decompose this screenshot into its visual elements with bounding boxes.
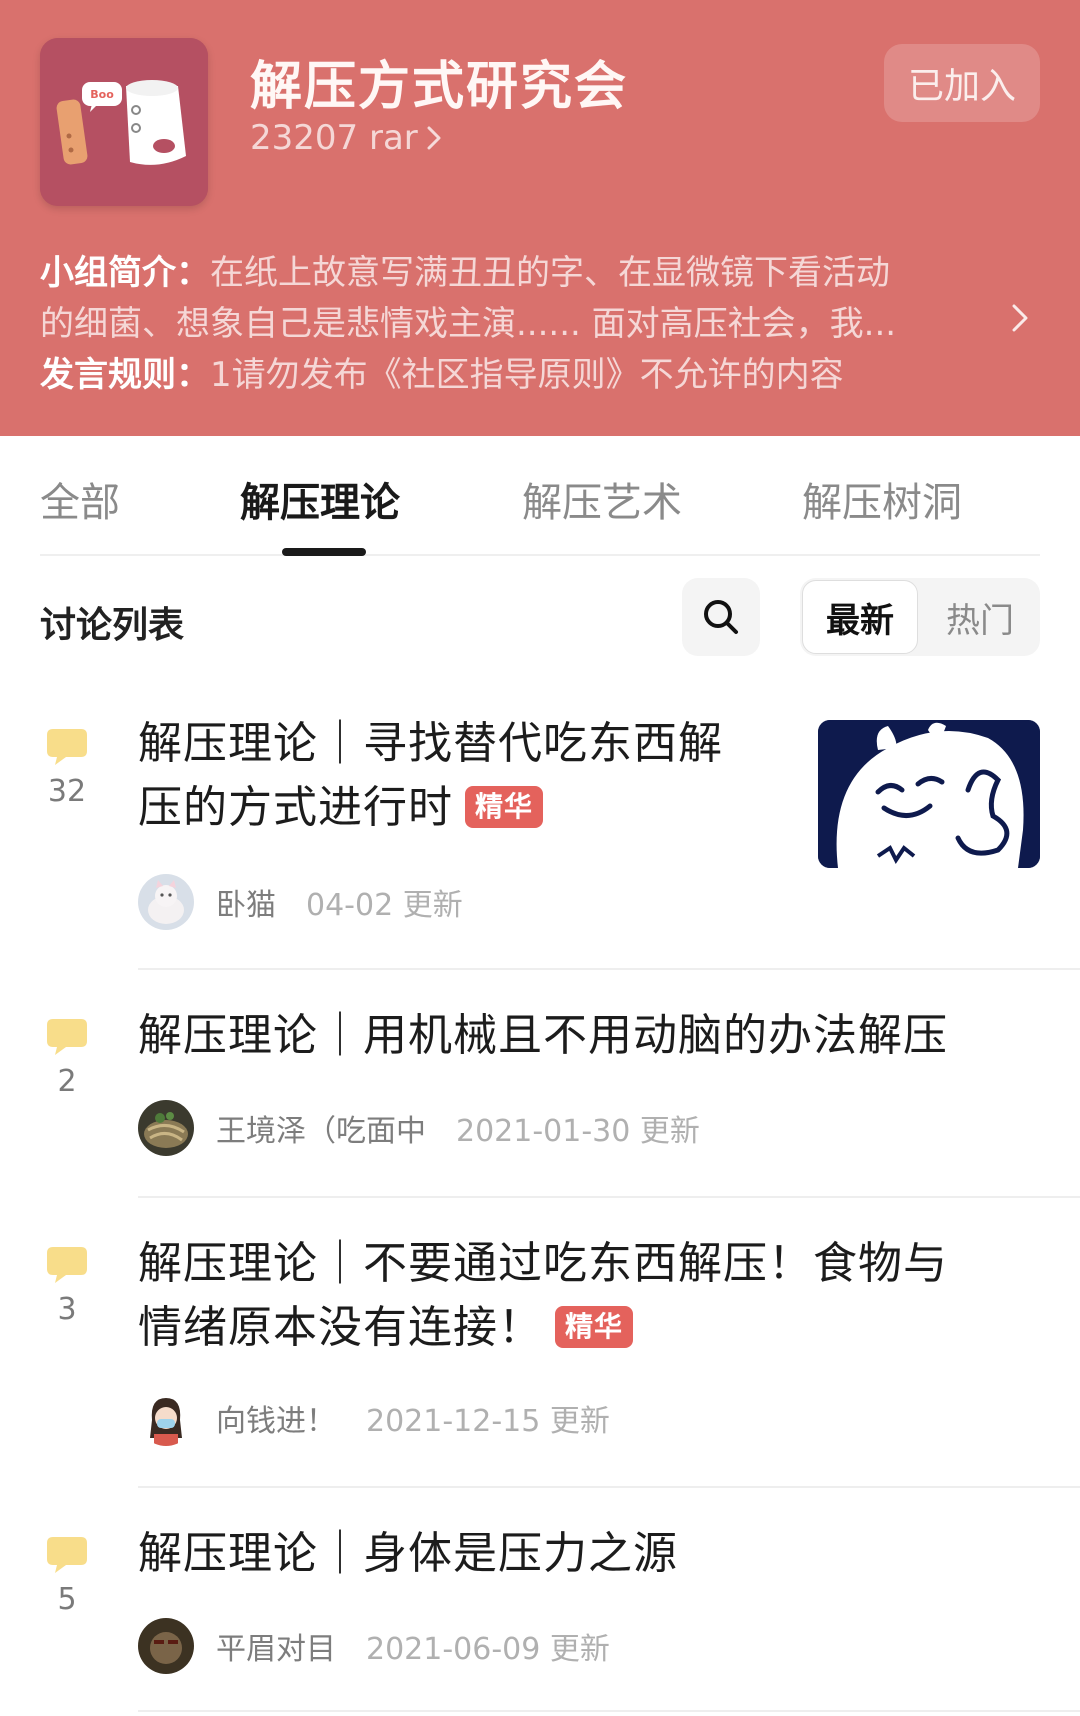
tab-art[interactable]: 解压艺术: [522, 470, 682, 528]
post-title-line: 解压理论｜不要通过吃东西解压！食物与: [138, 1238, 948, 1289]
featured-badge: 精华: [555, 1306, 634, 1348]
group-header: Boo 解压方式研究会 23207 rar 已加入 小组简介：在纸上故意写满丑丑…: [0, 0, 1080, 436]
member-count-link[interactable]: 23207 rar: [250, 118, 446, 158]
rules-text: 1请勿发布《社区指导原则》不允许的内容: [210, 355, 844, 395]
comment-count: 2: [44, 1018, 90, 1099]
author-name[interactable]: 向钱进！: [216, 1396, 336, 1440]
comment-bubble-icon: [47, 1537, 87, 1573]
category-tabs: 全部 解压理论 解压艺术 解压树洞: [40, 436, 1040, 556]
avatar[interactable]: [138, 1390, 194, 1446]
avatar-image: [138, 1618, 194, 1674]
tab-theory[interactable]: 解压理论: [240, 470, 400, 528]
author-name[interactable]: 王境泽（吃面中: [216, 1106, 426, 1150]
post-thumbnail[interactable]: [818, 720, 1040, 868]
tab-tree-hole[interactable]: 解压树洞: [802, 470, 962, 528]
updated-time: 04-02 更新: [306, 888, 463, 923]
intro-text-1: 在纸上故意写满丑丑的字、在显微镜下看活动: [210, 253, 890, 293]
chevron-right-icon[interactable]: [1008, 300, 1032, 336]
comment-bubble-icon: [47, 1019, 87, 1055]
chevron-right-icon: [427, 126, 441, 150]
divider: [138, 1196, 1080, 1198]
comment-count-value: 32: [47, 774, 87, 809]
discussion-list-title: 讨论列表: [40, 605, 185, 646]
group-name: 解压方式研究会: [250, 57, 629, 117]
avatar-image: [138, 1390, 194, 1446]
post-meta: 平眉对目 2021-06-09 更新: [138, 1618, 610, 1674]
avatar[interactable]: [138, 1618, 194, 1674]
intro-line-2: 的细菌、想象自己是悲情戏主演...... 面对高压社会，我...: [40, 304, 897, 344]
avatar[interactable]: [138, 874, 194, 930]
comment-count: 5: [44, 1536, 90, 1617]
post-title-text: 情绪原本没有连接！: [138, 1302, 543, 1353]
rules-line: 发言规则：1请勿发布《社区指导原则》不允许的内容: [40, 350, 970, 401]
post-title-line: 解压理论｜用机械且不用动脑的办法解压: [138, 1010, 948, 1061]
comment-count-value: 5: [57, 1582, 77, 1617]
tab-all[interactable]: 全部: [40, 470, 120, 528]
group-intro[interactable]: 小组简介：在纸上故意写满丑丑的字、在显微镜下看活动 的细菌、想象自己是悲情戏主演…: [40, 248, 970, 401]
post-meta: 王境泽（吃面中 2021-01-30 更新: [138, 1100, 700, 1156]
comment-count-value: 2: [57, 1064, 77, 1099]
post-meta: 卧猫 04-02 更新: [138, 874, 463, 930]
author-name[interactable]: 卧猫: [216, 880, 276, 924]
active-tab-indicator: [282, 548, 366, 556]
post-title-line: 解压理论｜寻找替代吃东西解: [138, 718, 723, 769]
intro-line-1: 小组简介：在纸上故意写满丑丑的字、在显微镜下看活动: [40, 248, 970, 299]
divider: [138, 1486, 1080, 1488]
rules-label: 发言规则：: [40, 355, 210, 395]
comment-count: 3: [44, 1246, 90, 1327]
updated-time: 2021-01-30 更新: [456, 1114, 700, 1149]
logo-badge-text: Boo: [90, 88, 114, 101]
post-title[interactable]: 解压理论｜身体是压力之源: [138, 1522, 678, 1586]
cartoon-thumbnail-image: [818, 720, 1040, 868]
post-title[interactable]: 解压理论｜用机械且不用动脑的办法解压: [138, 1004, 948, 1068]
group-logo-image: Boo: [40, 38, 208, 206]
comment-bubble-icon: [47, 729, 87, 765]
post-title-line: 解压理论｜身体是压力之源: [138, 1528, 678, 1579]
post-title[interactable]: 解压理论｜寻找替代吃东西解 压的方式进行时 精华: [138, 712, 723, 840]
avatar-image: [138, 874, 194, 930]
featured-badge: 精华: [465, 786, 544, 828]
search-button[interactable]: [682, 578, 760, 656]
divider: [138, 968, 1080, 970]
post-title-text: 压的方式进行时: [138, 782, 453, 833]
author-name[interactable]: 平眉对目: [216, 1624, 336, 1668]
comment-bubble-icon: [47, 1247, 87, 1283]
sort-toggle: 最新 热门: [800, 578, 1040, 656]
search-icon: [704, 600, 738, 634]
sort-newest-button[interactable]: 最新: [802, 580, 918, 654]
post-title-line-2: 压的方式进行时 精华: [138, 776, 723, 840]
member-count: 23207 rar: [250, 118, 418, 158]
updated-time: 2021-12-15 更新: [366, 1404, 610, 1439]
sort-hot-button[interactable]: 热门: [924, 580, 1036, 654]
group-avatar[interactable]: Boo: [40, 38, 208, 206]
post-title-line-2: 情绪原本没有连接！ 精华: [138, 1296, 948, 1360]
avatar[interactable]: [138, 1100, 194, 1156]
post-meta: 向钱进！ 2021-12-15 更新: [138, 1390, 610, 1446]
intro-label: 小组简介：: [40, 253, 210, 293]
divider: [138, 1710, 1080, 1712]
post-title[interactable]: 解压理论｜不要通过吃东西解压！食物与 情绪原本没有连接！ 精华: [138, 1232, 948, 1360]
comment-count-value: 3: [57, 1292, 77, 1327]
avatar-image: [138, 1100, 194, 1156]
comment-count: 32: [44, 728, 90, 809]
joined-button[interactable]: 已加入: [884, 44, 1040, 122]
updated-time: 2021-06-09 更新: [366, 1632, 610, 1667]
